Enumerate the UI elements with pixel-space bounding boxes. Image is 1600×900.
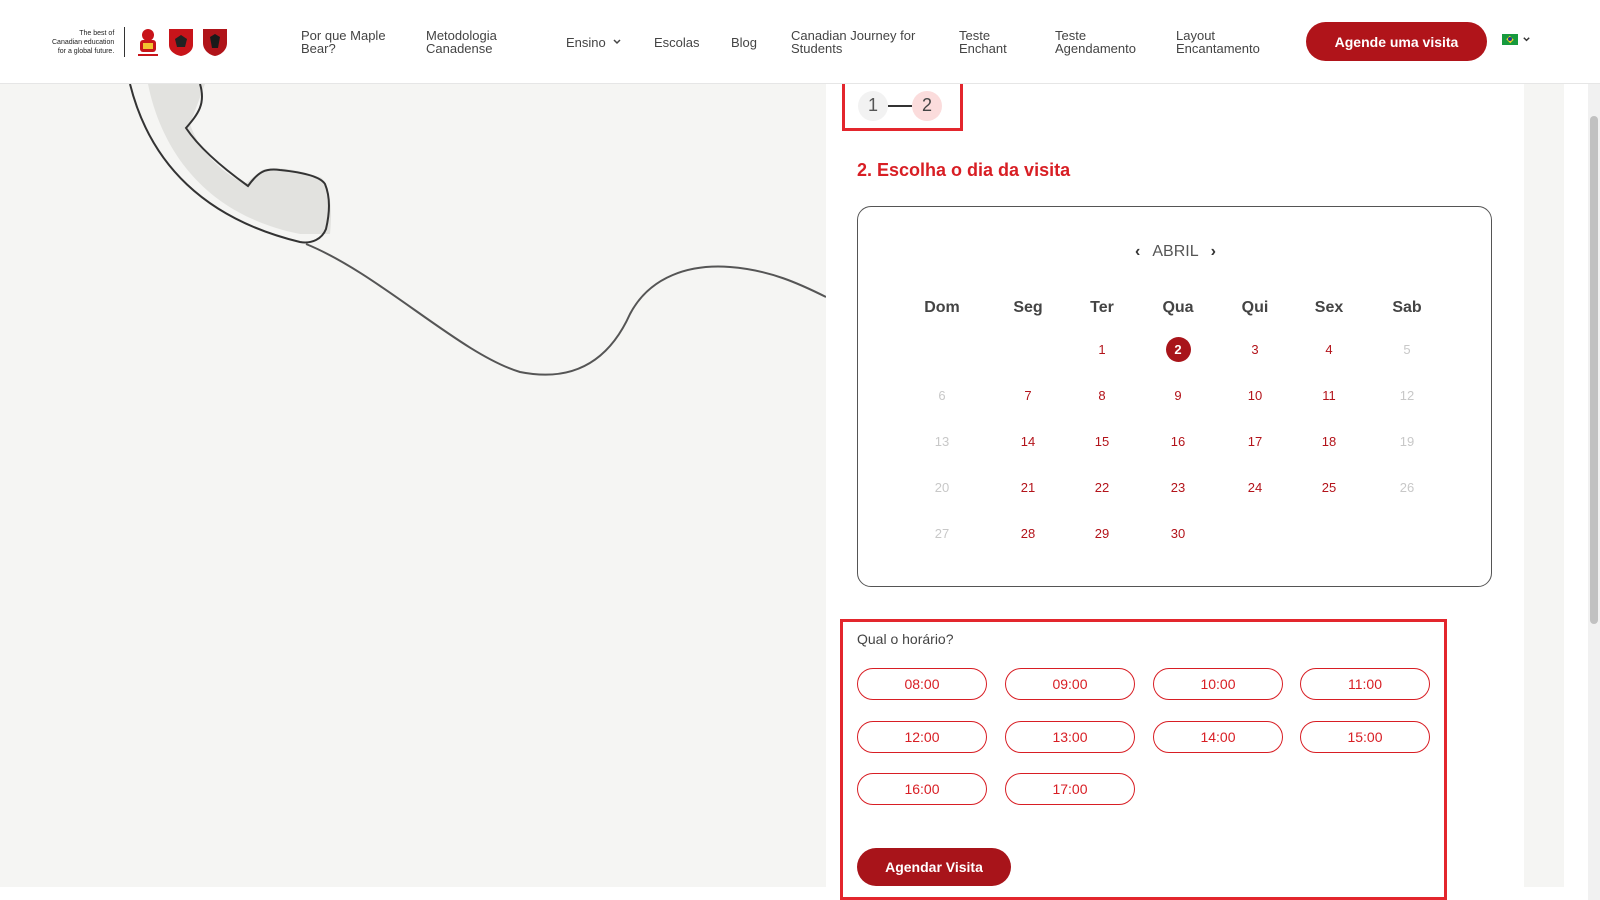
weekday-header: Qui [1241,299,1269,316]
nav-layout-encantamento[interactable]: Layout Encantamento [1176,24,1276,60]
time-slot-button[interactable]: 09:00 [1005,668,1135,700]
logo-tagline-line: for a global future. [57,47,115,55]
calendar-day-selected[interactable]: 2 [1165,336,1191,362]
time-slot-button[interactable]: 08:00 [857,668,987,700]
weekday-header: Sab [1392,299,1422,316]
calendar-day: 5 [1403,341,1411,357]
calendar-day: 26 [1399,479,1415,495]
illustration-panel [0,84,826,887]
scroll-thumb[interactable] [1590,116,1598,624]
calendar-day: 20 [934,479,950,495]
weekday-header: Ter [1090,299,1114,316]
calendar-day[interactable]: 9 [1163,380,1193,410]
time-slot-button[interactable]: 17:00 [1005,773,1135,805]
chevron-right-icon[interactable]: › [1211,243,1216,261]
time-slot-button[interactable]: 16:00 [857,773,987,805]
brazil-flag-icon [1502,34,1518,45]
calendar-day[interactable]: 18 [1314,426,1344,456]
calendar-day[interactable]: 3 [1240,334,1270,364]
chevron-down-icon [1523,37,1530,42]
calendar-day: 13 [934,433,950,449]
language-selector[interactable] [1502,34,1531,45]
time-slot-button[interactable]: 13:00 [1005,721,1135,753]
calendar-day[interactable]: 4 [1314,334,1344,364]
nav-metodologia-canadense[interactable]: Metodologia Canadense [426,24,526,60]
calendar-day: 27 [934,525,950,541]
nav-canadian-journey[interactable]: Canadian Journey for Students [791,24,941,60]
calendar-day[interactable]: 30 [1163,518,1193,548]
calendar-day: 12 [1399,387,1415,403]
section-title: 2. Escolha o dia da visita [857,160,1071,180]
step-2-current: 2 [912,90,942,121]
calendar-day[interactable]: 8 [1087,380,1117,410]
time-slot-button[interactable]: 11:00 [1300,668,1430,700]
school-shield-icon [203,29,228,56]
logo-tagline-line: Canadian education [52,38,115,46]
calendar: ‹ ABRIL › Dom Seg Ter Qua Qui Sex Sab 1 2 3 4 5 6 7 8 9… [857,206,1492,587]
phone-illustration [129,84,826,376]
logo-tagline-line: The best of [79,29,115,37]
schedule-submit-button[interactable]: Agendar Visita [857,848,1011,886]
nav-escolas[interactable]: Escolas [654,24,714,60]
calendar-day[interactable]: 28 [1013,518,1043,548]
step-1[interactable]: 1 [858,90,888,121]
chevron-left-icon[interactable]: ‹ [1135,243,1140,261]
nav-ensino-label: Ensino [566,34,606,50]
calendar-day[interactable]: 11 [1314,380,1344,410]
logo-divider [124,27,126,57]
time-slot-button[interactable]: 12:00 [857,721,987,753]
time-slot-button[interactable]: 15:00 [1300,721,1430,753]
nav-ensino-dropdown[interactable]: Ensino [566,24,636,60]
time-question: Qual o horário? [857,631,954,647]
schedule-visit-button[interactable]: Agende uma visita [1306,22,1487,61]
maple-bear-crest-icon [138,29,159,56]
time-slot-button[interactable]: 10:00 [1153,668,1283,700]
calendar-day[interactable]: 1 [1087,334,1117,364]
logo-tagline: The best of Canadian education for a glo… [52,29,114,56]
calendar-day: 19 [1399,433,1415,449]
calendar-day[interactable]: 25 [1314,472,1344,502]
calendar-day[interactable]: 17 [1240,426,1270,456]
step-connector [888,104,912,107]
calendar-day[interactable]: 29 [1087,518,1117,548]
nav-blog[interactable]: Blog [731,24,771,60]
nav-teste-enchant[interactable]: Teste Enchant [959,24,1034,60]
calendar-day[interactable]: 22 [1087,472,1117,502]
step-indicator: 1 2 [842,80,963,131]
calendar-month-nav: ‹ ABRIL › [858,243,1493,261]
site-header: The best of Canadian education for a glo… [0,0,1600,84]
weekday-header: Sex [1314,299,1344,316]
side-gutter [1524,84,1564,887]
calendar-day[interactable]: 24 [1240,472,1270,502]
calendar-month: ABRIL [1152,243,1199,260]
chevron-down-icon [613,39,621,45]
calendar-day[interactable]: 10 [1240,380,1270,410]
weekday-header: Qua [1162,299,1194,316]
time-slot-button[interactable]: 14:00 [1153,721,1283,753]
calendar-day[interactable]: 14 [1013,426,1043,456]
nav-teste-agendamento[interactable]: Teste Agendamento [1055,24,1155,60]
nav-por-que-maple-bear[interactable]: Por que Maple Bear? [301,24,401,60]
calendar-day: 6 [938,387,946,403]
calendar-day[interactable]: 21 [1013,472,1043,502]
calendar-day[interactable]: 15 [1087,426,1117,456]
calendar-day[interactable]: 16 [1163,426,1193,456]
weekday-header: Seg [1013,299,1043,316]
maple-bear-logo[interactable]: The best of Canadian education for a glo… [52,22,229,62]
school-badge-icon [169,29,194,56]
weekday-header: Dom [924,299,960,316]
page-scrollbar[interactable]: ▲ [1588,0,1600,900]
calendar-day[interactable]: 7 [1013,380,1043,410]
calendar-day[interactable]: 23 [1163,472,1193,502]
